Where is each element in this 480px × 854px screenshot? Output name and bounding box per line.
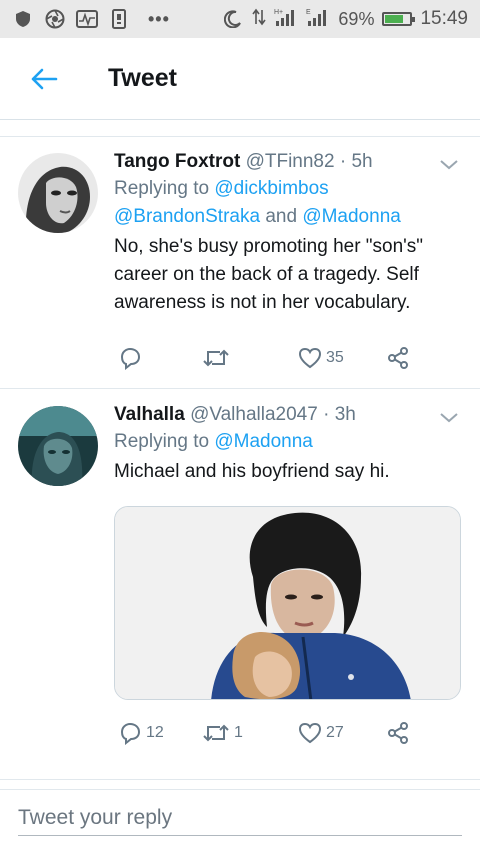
heart-icon <box>298 722 322 744</box>
reply-icon <box>120 722 141 745</box>
battery-level <box>385 15 404 23</box>
status-icons-right: H+ E 69% 15:49 <box>222 7 468 32</box>
tweet-header: Tango Foxtrot @TFinn82 · 5h <box>114 149 466 175</box>
reply-count: 12 <box>146 724 164 741</box>
reply-bar <box>0 790 480 854</box>
tweet-text: Michael and his boyfriend say hi. <box>114 461 390 482</box>
tweet-content: Tango Foxtrot @TFinn82 · 5h Replying to … <box>114 149 466 317</box>
phone-storage-icon <box>108 9 130 29</box>
mention-link[interactable]: @Madonna <box>214 431 313 452</box>
battery-percent: 69% <box>338 8 375 29</box>
replying-to: Replying to @Madonna <box>114 428 466 456</box>
activity-monitor-icon <box>76 10 98 28</box>
mention-link[interactable]: @BrandonStraka <box>114 206 260 227</box>
like-count: 35 <box>326 349 344 366</box>
author-name[interactable]: Tango Foxtrot <box>114 151 240 172</box>
reply-button[interactable] <box>118 346 146 370</box>
author-handle[interactable]: @TFinn82 <box>246 151 335 172</box>
back-button[interactable] <box>14 49 74 109</box>
battery-icon <box>382 12 416 26</box>
tweet-content: Valhalla @Valhalla2047 · 3h Replying to … <box>114 402 466 486</box>
svg-text:H+: H+ <box>274 9 283 16</box>
reply-input[interactable] <box>18 800 462 836</box>
tweet-time: 5h <box>351 151 373 172</box>
status-icons-left: ••• <box>12 9 170 30</box>
like-button[interactable]: 35 <box>298 347 344 369</box>
retweet-count: 1 <box>234 724 243 741</box>
like-button[interactable]: 27 <box>298 722 344 744</box>
avatar[interactable] <box>18 153 98 233</box>
tweet-media-photo[interactable] <box>114 506 461 700</box>
chevron-down-icon[interactable] <box>438 406 460 428</box>
tweet-header: Valhalla @Valhalla2047 · 3h <box>114 402 466 428</box>
page-title: Tweet <box>108 64 177 92</box>
more-notifications-icon: ••• <box>148 8 170 29</box>
avatar[interactable] <box>18 406 98 486</box>
camera-shutter-icon <box>44 9 66 29</box>
retweet-icon <box>203 724 229 742</box>
chevron-down-icon[interactable] <box>438 153 460 175</box>
status-bar: ••• H+ E 69% 15:49 <box>0 0 480 38</box>
previous-tweet-edge <box>0 121 480 137</box>
tweet-actions: 35 <box>114 343 434 373</box>
svg-text:E: E <box>306 9 311 16</box>
share-icon <box>388 347 408 369</box>
share-button[interactable] <box>386 346 410 370</box>
like-count: 27 <box>326 724 344 741</box>
replying-prefix: Replying to <box>114 431 210 452</box>
share-icon <box>388 722 408 744</box>
mention-link[interactable]: @Madonna <box>302 206 401 227</box>
replying-prefix: Replying to <box>114 178 210 199</box>
reply-icon <box>120 347 141 370</box>
author-name[interactable]: Valhalla <box>114 404 185 425</box>
retweet-button[interactable]: 1 <box>202 722 243 744</box>
mention-link[interactable]: @dickbimbos <box>214 178 328 199</box>
shield-icon <box>12 10 34 28</box>
next-tweet-edge <box>0 780 480 790</box>
clock: 15:49 <box>420 8 468 29</box>
tweet[interactable]: Tango Foxtrot @TFinn82 · 5h Replying to … <box>0 137 480 389</box>
separator: · <box>339 151 347 172</box>
share-button[interactable] <box>386 721 410 745</box>
retweet-button[interactable] <box>202 347 234 369</box>
data-transfer-icon <box>252 8 267 30</box>
replying-to-cont: @BrandonStraka and @Madonna <box>114 203 466 231</box>
arrow-left-icon <box>31 68 58 89</box>
signal-h-icon: H+ <box>274 7 298 32</box>
tweet[interactable]: Valhalla @Valhalla2047 · 3h Replying to … <box>0 390 480 780</box>
tweet-time: 3h <box>334 404 356 425</box>
separator: · <box>323 404 330 425</box>
signal-icon: E <box>306 7 330 32</box>
and-word: and <box>265 206 298 227</box>
tweet-actions: 12 1 27 <box>114 718 434 748</box>
retweet-icon <box>203 349 229 367</box>
app-header: Tweet <box>0 38 480 120</box>
moon-icon <box>222 10 244 28</box>
replying-to: Replying to @dickbimbos <box>114 175 466 203</box>
tweet-text: No, she's busy promoting her "son's" car… <box>114 236 424 313</box>
heart-icon <box>298 347 322 369</box>
author-handle[interactable]: @Valhalla2047 <box>190 404 318 425</box>
reply-button[interactable]: 12 <box>118 721 164 745</box>
